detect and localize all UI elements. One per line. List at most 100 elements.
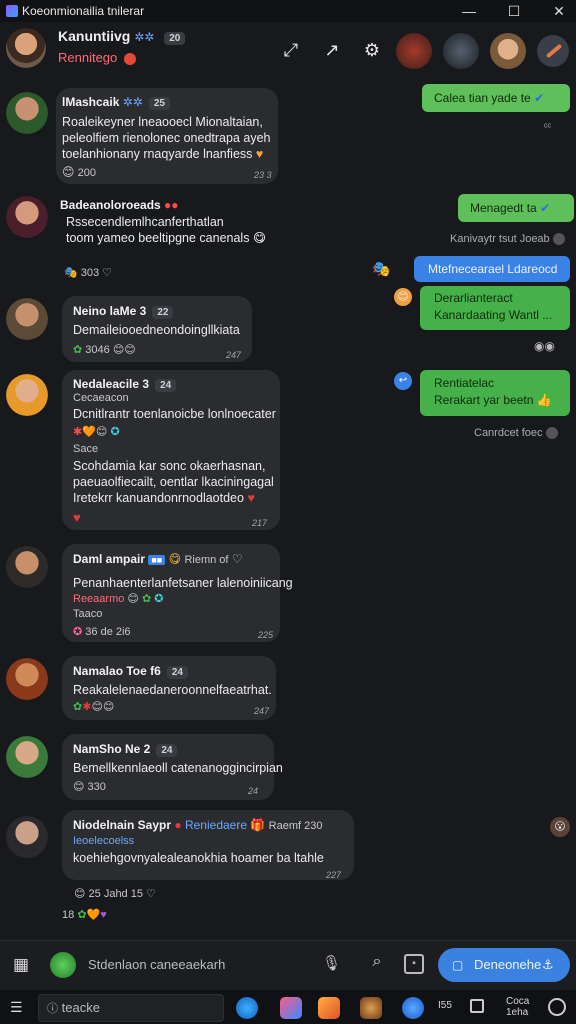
emoji-reaction-icon[interactable]: 😮	[550, 817, 570, 837]
message-text: Dcnitlrantr toenlanoicbe lonlnoecater	[73, 407, 276, 421]
taskbar-search[interactable]: ⓘ teacke	[38, 994, 224, 1022]
message-time: 247	[226, 350, 242, 360]
message-author: NamSho Ne 2 24	[73, 742, 178, 757]
emoji-reaction-icon[interactable]: 😊	[394, 288, 412, 306]
avatar[interactable]	[6, 658, 48, 700]
message-author: Daml ampair ■■ 😋 Riemn of ♡	[73, 552, 243, 566]
message-time: 23 3	[254, 170, 272, 180]
message-subtitle: Reeaarmo 😊 ✿ ✪	[73, 593, 164, 605]
clock: Coca 1eha	[506, 996, 530, 1018]
member-avatar-4[interactable]	[537, 35, 569, 67]
message-author: Niodelnain Saypr ● Reniedaere 🎁 Raemf 23…	[73, 818, 323, 832]
message-text: Scohdamia kar sonc okaerhasnan, paeuaolf…	[73, 459, 274, 505]
message-author: Namalao Toe f6 24	[73, 664, 188, 679]
chat-title: Kanuntiivg ✲✲ 20	[58, 28, 186, 45]
reaction-row[interactable]: 😊 330	[73, 780, 106, 793]
chat-status: Rennitego	[58, 50, 136, 65]
message-text: Demaileiooedneondoingllkiata	[73, 323, 240, 337]
reaction-row[interactable]: 😊 25 Jahd 15 ♡	[74, 887, 156, 900]
game-icon[interactable]	[360, 997, 382, 1019]
microphone-icon[interactable]: 🎙	[322, 954, 341, 976]
message-subtitle: Sace	[73, 443, 99, 455]
delivery-note: Canrdcet foec	[474, 427, 558, 440]
user-avatar[interactable]	[50, 952, 76, 978]
avatar[interactable]	[6, 374, 48, 416]
tray-text: I55	[438, 1000, 452, 1011]
read-receipt-icon: ᶜᶜ	[544, 122, 552, 133]
reaction-row[interactable]: ✿✱😊😊	[73, 700, 114, 713]
edge-icon[interactable]	[236, 997, 258, 1019]
apps-grid-icon[interactable]: ▦	[10, 954, 32, 976]
message-author: Nedaleacile 3 24	[73, 377, 177, 392]
search-icon[interactable]: ⌕	[366, 953, 388, 975]
avatar[interactable]	[6, 546, 48, 588]
message-time: 217	[252, 518, 268, 528]
member-avatar-3[interactable]	[490, 33, 526, 69]
avatar[interactable]	[6, 736, 48, 778]
chat-title-text: Kanuntiivg	[58, 28, 131, 44]
send-label: Deneonehe	[474, 957, 542, 972]
seen-avatars-icon: ◉◉	[534, 339, 555, 353]
reaction-row[interactable]: ✱🧡😊 ✪	[73, 425, 120, 438]
status-text: Rennitego	[58, 50, 118, 65]
avatar[interactable]	[6, 196, 48, 238]
delivery-note: Kanivaytr tsut Joeab	[450, 233, 565, 246]
video-icon[interactable]: ↗	[320, 38, 344, 62]
member-avatar-2[interactable]	[443, 33, 479, 69]
reaction-row[interactable]: 🎭 303 ♡	[64, 266, 112, 279]
heart-icon[interactable]: ♥	[73, 510, 81, 525]
outgoing-message[interactable]: Derarlianteract Kanardaating Wantl ...	[420, 286, 570, 330]
outgoing-message[interactable]: Rentiatelac Rerakart yar beetn 👍	[420, 370, 570, 416]
send-button[interactable]: ▢ Deneonehe ⚓	[438, 948, 570, 982]
files-icon[interactable]	[318, 997, 340, 1019]
message-text: Rssecendlemlhcanferthatlan toom yameo be…	[66, 215, 266, 245]
emoji-reaction-icon[interactable]: 🎭	[372, 260, 391, 278]
outgoing-message[interactable]: Menagedt ta ✔	[458, 194, 574, 222]
reaction-row[interactable]: ✿ 3046 😊😊	[73, 343, 136, 356]
chat-icon: ▢	[452, 958, 464, 972]
maximize-icon[interactable]: ☐	[503, 2, 525, 20]
reaction-row[interactable]: 😊 200	[62, 165, 96, 179]
avatar[interactable]	[6, 28, 46, 68]
message-author: lMashcaik ✲✲ 25	[62, 95, 170, 110]
attach-icon: ⚓	[542, 957, 554, 972]
reply-icon[interactable]: ↩	[394, 372, 412, 390]
message-subtitle: Taaco	[73, 608, 103, 620]
message-text: koehiehgovnyalealeanokhia hoamer ba ltah…	[73, 851, 324, 865]
start-menu-icon[interactable]: ☰	[10, 999, 26, 1015]
alert-icon	[123, 52, 136, 65]
app-icon	[6, 5, 18, 17]
message-time: 225	[258, 630, 274, 640]
message-text: Bemellkennlaeoll catenanoggincirpian	[73, 761, 283, 775]
call-icon[interactable]: ⤢	[279, 38, 303, 62]
minimize-icon[interactable]: —	[458, 2, 480, 20]
message-text: Roaleikeyner lneaooecl Mionaltaian, pele…	[62, 115, 271, 161]
message-text: Reakalelenaedaneroonnelfaeatrhat.	[73, 683, 272, 697]
gear-icon[interactable]: ⚙	[360, 38, 384, 62]
message-subtitle: Cecaeacon	[73, 392, 129, 404]
image-icon[interactable]: ▪	[404, 954, 424, 974]
reaction-row[interactable]: 18 ✿🧡♥	[62, 908, 107, 921]
verified-icon: ✲✲	[134, 30, 155, 44]
reaction-row[interactable]: ✪ 36 de 2i6	[73, 625, 131, 638]
wifi-icon[interactable]	[470, 999, 484, 1013]
chat-app-icon[interactable]	[402, 997, 424, 1019]
outgoing-message[interactable]: Mtefnecearael Ldareocd	[414, 256, 570, 282]
avatar[interactable]	[6, 92, 48, 134]
member-avatar-1[interactable]	[396, 33, 432, 69]
brush-icon	[545, 43, 563, 59]
store-icon[interactable]	[280, 997, 302, 1019]
info-icon: ⓘ	[47, 1003, 58, 1015]
avatar[interactable]	[6, 816, 48, 858]
message-time: 24	[248, 786, 259, 796]
message-author: Neino laMe 3 22	[73, 304, 174, 319]
message-time: 247	[254, 706, 270, 716]
avatar[interactable]	[6, 298, 48, 340]
message-subtitle: Ieoelecoelss	[73, 835, 135, 847]
message-text: Penanhaenterlanfetsaner lalenoiniicang	[73, 576, 293, 590]
outgoing-message[interactable]: Calea tian yade te ✔	[422, 84, 570, 112]
close-icon[interactable]: ✕	[548, 2, 570, 20]
message-author: Badeanoloroeads ●●	[60, 198, 179, 212]
notification-icon[interactable]	[548, 998, 566, 1016]
message-input[interactable]: Stdenlaon caneeaekarh	[88, 950, 348, 980]
